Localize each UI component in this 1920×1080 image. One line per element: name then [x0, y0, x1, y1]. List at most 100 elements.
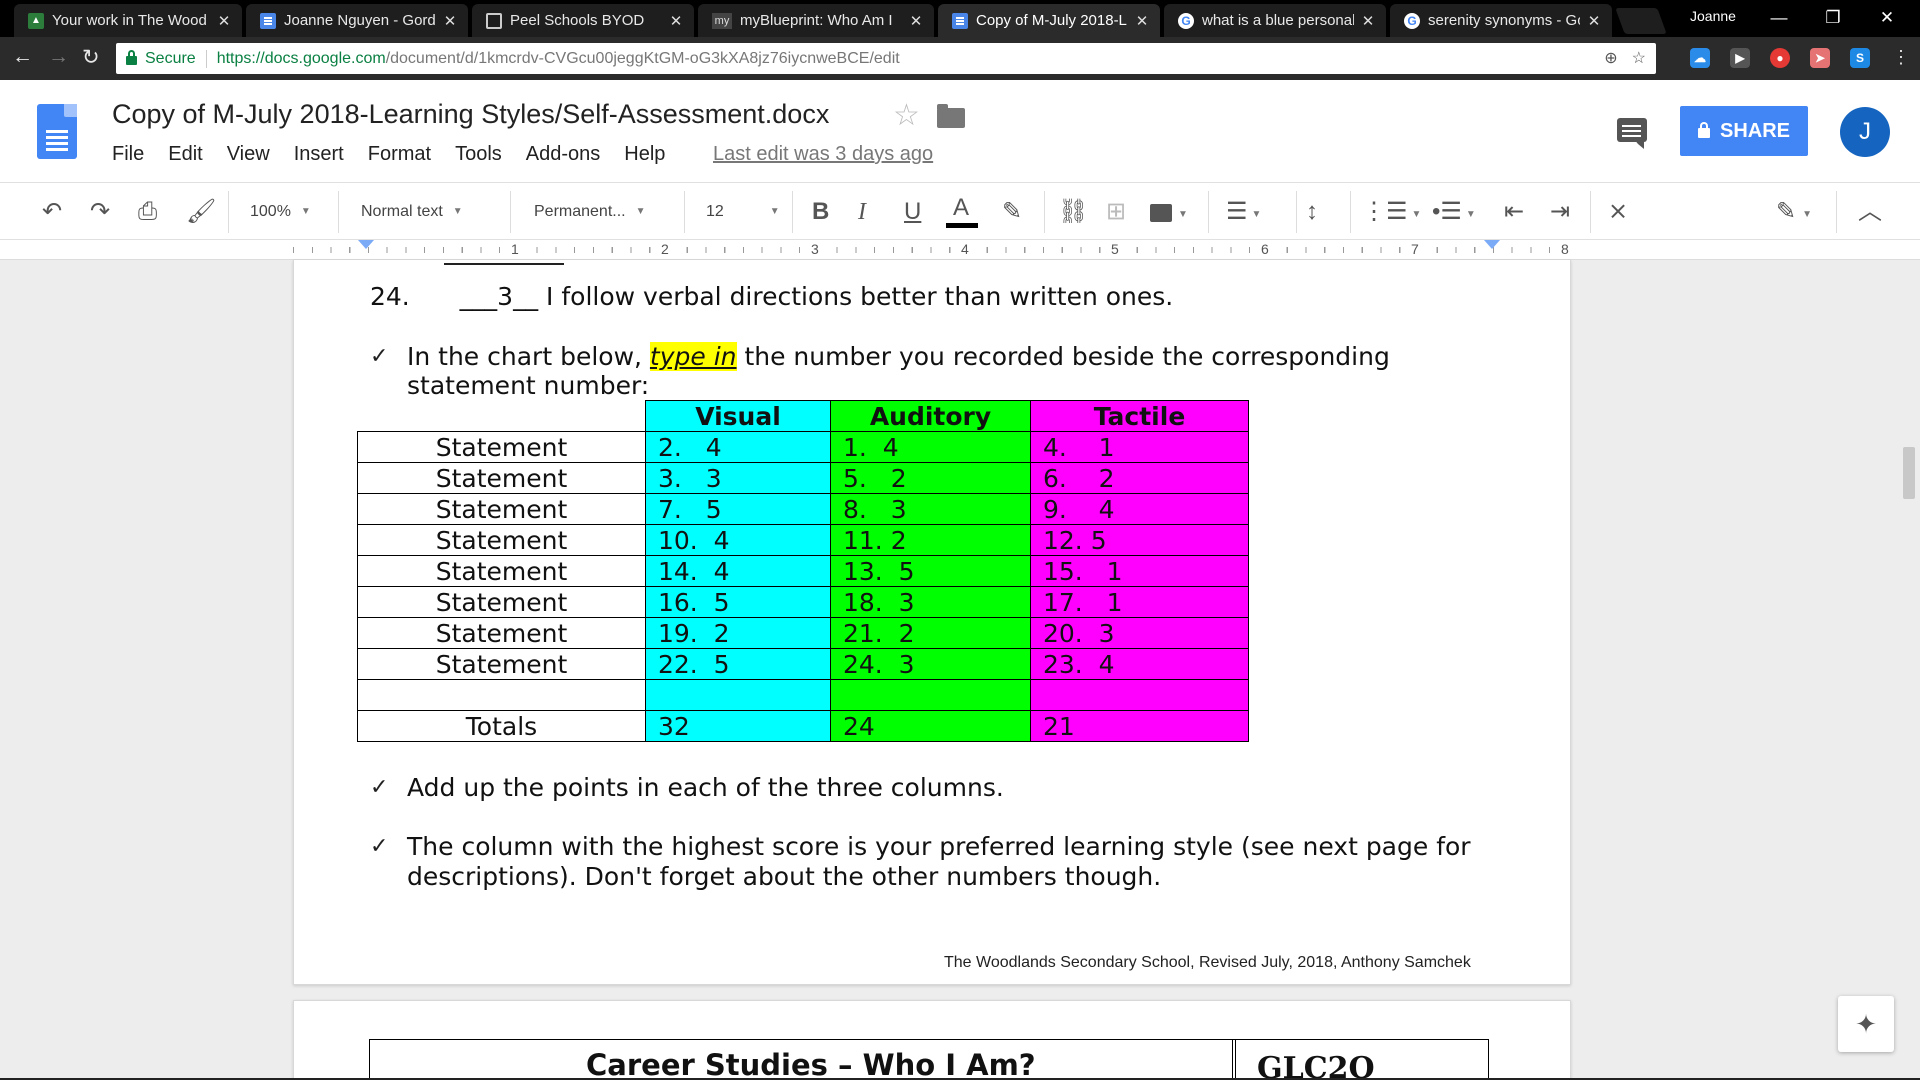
tactile-cell[interactable]: 6. 2: [1030, 462, 1249, 494]
decrease-indent-icon[interactable]: ⇤: [1504, 197, 1524, 227]
auditory-cell[interactable]: 21. 2: [830, 617, 1031, 649]
insert-image-icon[interactable]: ▼: [1150, 197, 1188, 227]
highlight-pen-icon[interactable]: ✎: [1002, 197, 1022, 227]
browser-tab-4-active[interactable]: Copy of M-July 2018-L ✕: [938, 4, 1160, 37]
pointer-extension-icon[interactable]: ➤: [1810, 48, 1830, 68]
visual-total[interactable]: 32: [645, 710, 831, 742]
vertical-scrollbar-thumb[interactable]: [1903, 447, 1915, 499]
auditory-cell[interactable]: 8. 3: [830, 493, 1031, 525]
auditory-cell[interactable]: 24. 3: [830, 648, 1031, 680]
zoom-magnifier-icon[interactable]: ⊕: [1604, 48, 1617, 68]
paint-format-icon[interactable]: 🖌: [186, 197, 216, 227]
clear-formatting-icon[interactable]: ⨯: [1608, 197, 1628, 227]
menu-help[interactable]: Help: [624, 143, 665, 166]
auditory-cell[interactable]: 18. 3: [830, 586, 1031, 618]
menu-format[interactable]: Format: [368, 143, 431, 166]
visual-cell[interactable]: 14. 4: [645, 555, 831, 587]
close-tab-icon[interactable]: ✕: [668, 12, 684, 30]
tactile-cell[interactable]: 17. 1: [1030, 586, 1249, 618]
collapse-chevron-up-icon[interactable]: ︿: [1858, 197, 1882, 227]
numbered-list-icon[interactable]: ⋮☰ ▼: [1362, 197, 1421, 227]
menu-view[interactable]: View: [227, 143, 270, 166]
zoom-select[interactable]: 100% ▼: [250, 197, 311, 227]
folder-icon[interactable]: [937, 104, 965, 128]
last-edit-link[interactable]: Last edit was 3 days ago: [713, 143, 933, 166]
close-tab-icon[interactable]: ✕: [1360, 12, 1376, 30]
answer-blank[interactable]: ___3__: [460, 282, 538, 311]
chrome-menu-icon[interactable]: ⋮: [1892, 47, 1910, 68]
tactile-cell[interactable]: 9. 4: [1030, 493, 1249, 525]
tactile-cell[interactable]: 20. 3: [1030, 617, 1249, 649]
explore-icon[interactable]: ✦: [1838, 996, 1894, 1052]
visual-cell[interactable]: 19. 2: [645, 617, 831, 649]
visual-cell[interactable]: 22. 5: [645, 648, 831, 680]
add-comment-icon[interactable]: ⊞: [1106, 197, 1126, 227]
browser-tab-3[interactable]: my myBlueprint: Who Am I ✕: [698, 4, 934, 37]
maximize-icon[interactable]: ❐: [1810, 4, 1856, 32]
close-tab-icon[interactable]: ✕: [908, 12, 924, 30]
redo-icon[interactable]: ↷: [90, 197, 110, 227]
reload-icon[interactable]: ↻: [82, 45, 100, 70]
font-size-select[interactable]: 12 ▼: [706, 197, 780, 227]
undo-icon[interactable]: ↶: [42, 197, 62, 227]
italic-icon[interactable]: I: [858, 197, 866, 227]
back-arrow-icon[interactable]: ←: [12, 45, 33, 69]
close-tab-icon[interactable]: ✕: [1134, 12, 1150, 30]
google-docs-logo-icon[interactable]: [37, 104, 77, 159]
minimize-icon[interactable]: —: [1756, 4, 1802, 32]
right-indent-marker[interactable]: [1484, 240, 1500, 249]
bulleted-list-icon[interactable]: •☰ ▼: [1432, 197, 1476, 227]
auditory-cell[interactable]: 1. 4: [830, 431, 1031, 463]
s-extension-icon[interactable]: S: [1850, 48, 1870, 68]
close-window-icon[interactable]: ✕: [1864, 4, 1910, 32]
menu-edit[interactable]: Edit: [168, 143, 202, 166]
increase-indent-icon[interactable]: ⇥: [1550, 197, 1570, 227]
close-tab-icon[interactable]: ✕: [216, 12, 232, 30]
visual-cell[interactable]: 2. 4: [645, 431, 831, 463]
tactile-cell[interactable]: 23. 4: [1030, 648, 1249, 680]
empty-auditory-cell[interactable]: [830, 679, 1031, 711]
auditory-cell[interactable]: 5. 2: [830, 462, 1031, 494]
bookmark-star-icon[interactable]: ☆: [1632, 48, 1646, 68]
font-select[interactable]: Permanent... ▼: [534, 197, 646, 227]
editing-mode-pencil-icon[interactable]: ✎ ▼: [1776, 197, 1812, 227]
star-icon[interactable]: ☆: [893, 98, 920, 133]
document-title[interactable]: Copy of M-July 2018-Learning Styles/Self…: [112, 99, 829, 130]
line-spacing-icon[interactable]: ↕: [1306, 197, 1318, 227]
underline-icon[interactable]: U: [904, 197, 921, 227]
comment-icon[interactable]: [1617, 118, 1647, 149]
visual-cell[interactable]: 10. 4: [645, 524, 831, 556]
share-button[interactable]: SHARE: [1680, 106, 1808, 156]
address-bar[interactable]: Secure https://docs.google.com /document…: [116, 43, 1656, 74]
document-page-2[interactable]: Career Studies – Who I Am? GLC2O: [293, 1000, 1571, 1080]
menu-tools[interactable]: Tools: [455, 143, 502, 166]
browser-tab-5[interactable]: G what is a blue personal ✕: [1164, 4, 1386, 37]
browser-tab-2[interactable]: Peel Schools BYOD ✕: [472, 4, 694, 37]
browser-tab-0[interactable]: ▲ Your work in The Wood ✕: [14, 4, 242, 37]
menu-addons[interactable]: Add-ons: [526, 143, 601, 166]
video-extension-icon[interactable]: ▶: [1730, 48, 1750, 68]
visual-cell[interactable]: 7. 5: [645, 493, 831, 525]
link-icon[interactable]: ⛓: [1058, 197, 1088, 227]
tactile-total[interactable]: 21: [1030, 710, 1249, 742]
bold-icon[interactable]: B: [812, 197, 829, 227]
left-indent-marker[interactable]: [358, 240, 374, 249]
record-extension-icon[interactable]: ●: [1770, 48, 1790, 68]
new-tab-button[interactable]: [1615, 8, 1667, 34]
browser-tab-1[interactable]: Joanne Nguyen - Gord ✕: [246, 4, 468, 37]
close-tab-icon[interactable]: ✕: [1586, 12, 1602, 30]
auditory-cell[interactable]: 13. 5: [830, 555, 1031, 587]
empty-visual-cell[interactable]: [645, 679, 831, 711]
print-icon[interactable]: ⎙: [138, 197, 157, 227]
auditory-total[interactable]: 24: [830, 710, 1031, 742]
close-tab-icon[interactable]: ✕: [442, 12, 458, 30]
document-page[interactable]: 24. ___3__ I follow verbal directions be…: [293, 260, 1571, 985]
visual-cell[interactable]: 3. 3: [645, 462, 831, 494]
text-color-icon[interactable]: A: [953, 193, 969, 223]
auditory-cell[interactable]: 11. 2: [830, 524, 1031, 556]
forward-arrow-icon[interactable]: →: [48, 45, 69, 69]
profile-name[interactable]: Joanne: [1690, 8, 1736, 24]
visual-cell[interactable]: 16. 5: [645, 586, 831, 618]
paragraph-style-select[interactable]: Normal text ▼: [361, 197, 463, 227]
tactile-cell[interactable]: 15. 1: [1030, 555, 1249, 587]
